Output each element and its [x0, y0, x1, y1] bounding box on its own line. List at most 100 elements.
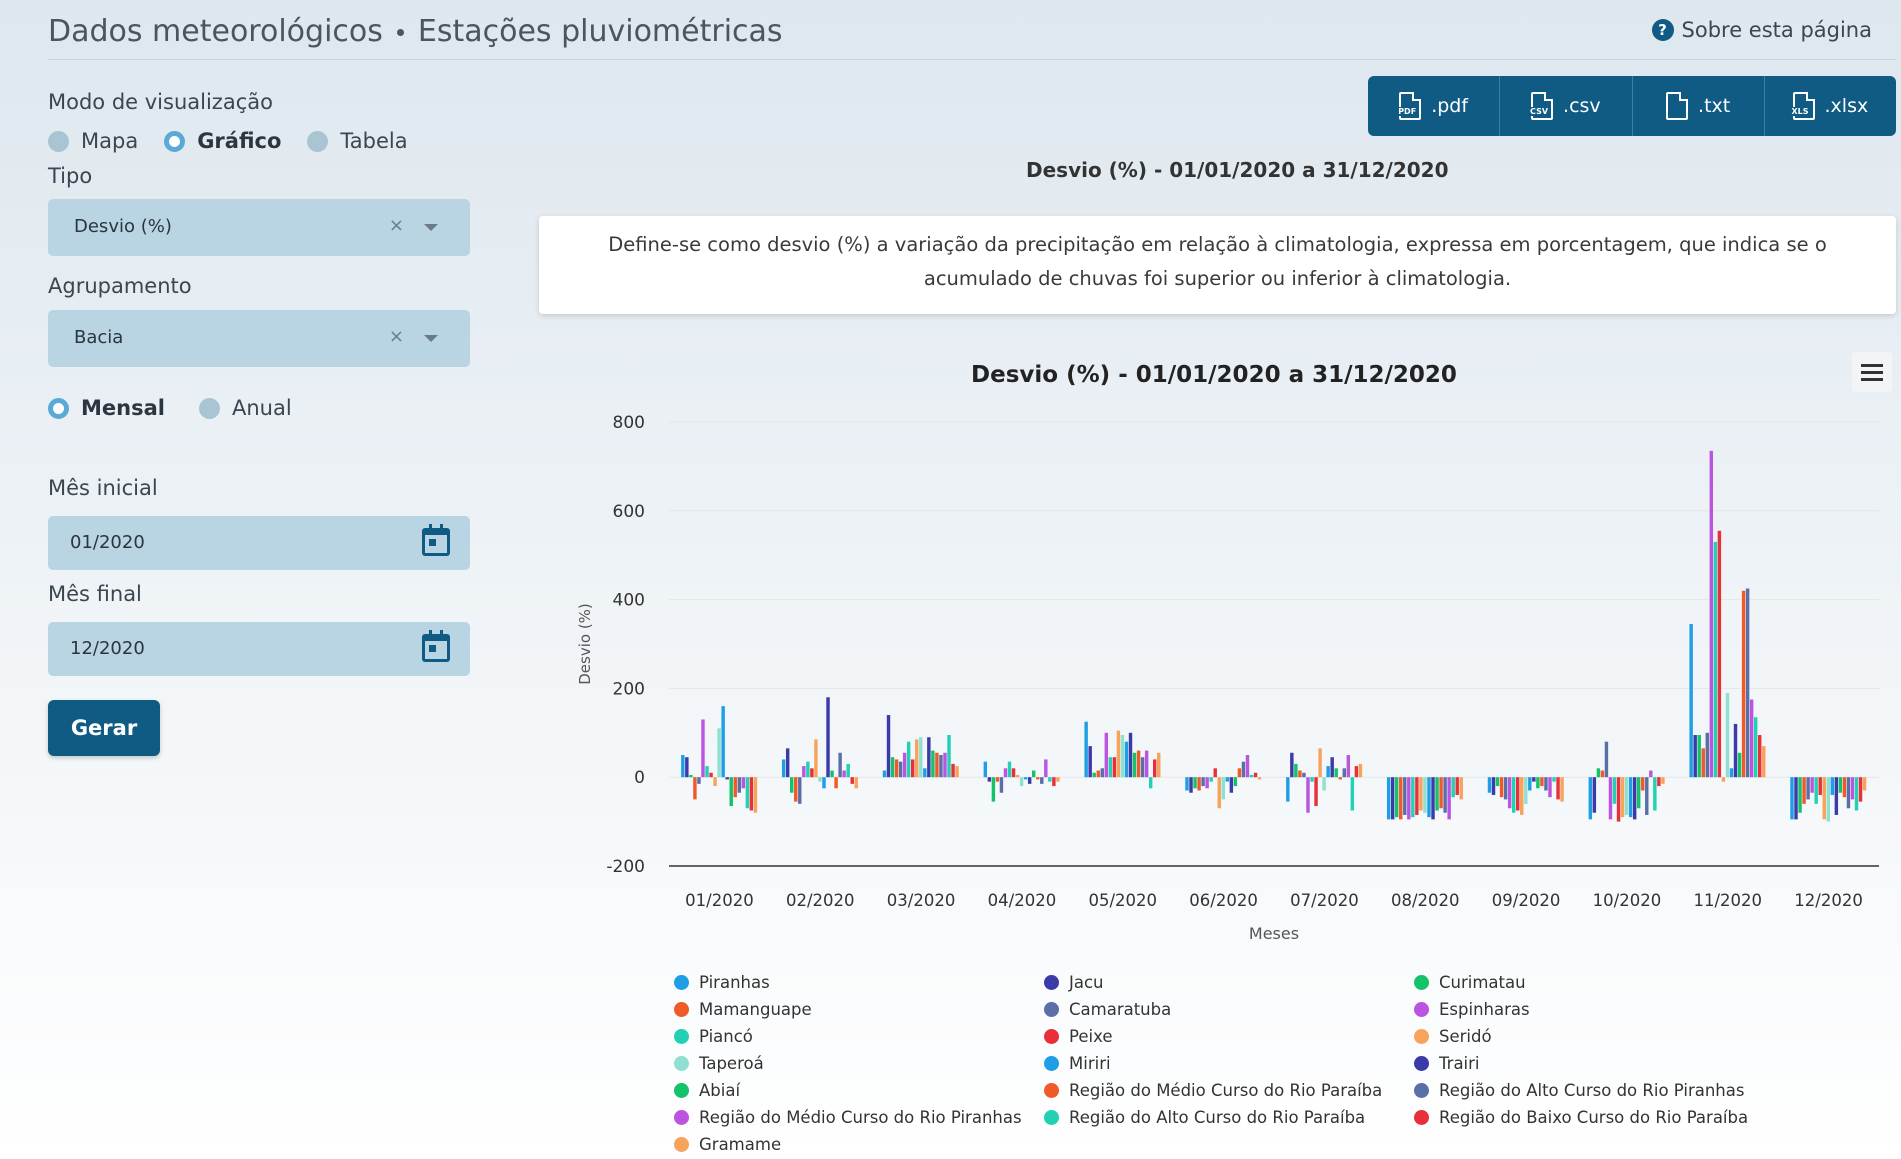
legend-item[interactable]: Camaratuba: [1044, 1000, 1171, 1019]
legend-swatch: [1414, 975, 1429, 990]
legend-label: Trairi: [1439, 1054, 1480, 1073]
csv-file-icon: CSV: [1529, 92, 1554, 120]
bar-16-12: [1850, 777, 1855, 800]
legend-item[interactable]: Trairi: [1414, 1054, 1480, 1073]
bar-15-12: [1846, 777, 1851, 809]
bar-5-5: [1100, 768, 1104, 778]
bar-7-6: [1209, 777, 1213, 782]
bar-12-10: [1632, 777, 1637, 820]
calendar-icon[interactable]: [422, 630, 450, 662]
radio-grafico[interactable]: Gráfico: [164, 129, 281, 153]
bar-1-1: [681, 755, 685, 778]
legend-swatch: [674, 1056, 689, 1071]
legend-item[interactable]: Espinharas: [1414, 1000, 1530, 1019]
legend-item[interactable]: Gramame: [674, 1135, 781, 1154]
legend-label: Taperoá: [699, 1054, 764, 1073]
bar-17-8: [1451, 777, 1455, 798]
y-tick-label: 200: [613, 679, 645, 699]
bar-11-3: [923, 768, 927, 778]
bar-16-11: [1749, 699, 1754, 778]
txt-file-icon: [1666, 92, 1689, 120]
chart-section-title: Desvio (%) - 01/01/2020 a 31/12/2020: [1026, 158, 1449, 182]
radio-mapa[interactable]: Mapa: [48, 129, 138, 153]
group-label: Agrupamento: [48, 274, 192, 298]
legend-item[interactable]: Região do Alto Curso do Rio Paraíba: [1044, 1108, 1365, 1127]
bar-11-9: [1528, 777, 1532, 791]
group-select[interactable]: Bacia ×: [48, 310, 470, 367]
bar-14-8: [1439, 777, 1443, 809]
legend-swatch: [1414, 1029, 1429, 1044]
radio-anual[interactable]: Anual: [198, 396, 292, 420]
export-xlsx-button[interactable]: XLS .xlsx: [1765, 76, 1896, 136]
bar-9-8: [1419, 777, 1423, 811]
export-csv-button[interactable]: CSV .csv: [1500, 76, 1633, 136]
legend-item[interactable]: Seridó: [1414, 1027, 1492, 1046]
legend-item[interactable]: Curimatau: [1414, 973, 1526, 992]
legend-item[interactable]: Região do Médio Curso do Rio Piranhas: [674, 1108, 1022, 1127]
breadcrumb-separator: [396, 29, 404, 36]
generate-button[interactable]: Gerar: [48, 700, 160, 756]
legend-label: Região do Baixo Curso do Rio Paraíba: [1439, 1108, 1749, 1127]
view-mode-radio-group: Mapa Gráfico Tabela: [48, 129, 408, 153]
legend-item[interactable]: Piancó: [674, 1027, 753, 1046]
bar-11-4: [1023, 777, 1028, 780]
legend-label: Piranhas: [699, 973, 770, 992]
legend-swatch: [1044, 1029, 1059, 1044]
chevron-down-icon[interactable]: [424, 224, 438, 231]
radio-tabela[interactable]: Tabela: [307, 129, 408, 153]
bar-4-11: [1701, 748, 1705, 778]
legend-item[interactable]: Região do Baixo Curso do Rio Paraíba: [1414, 1108, 1748, 1127]
chart-menu-button[interactable]: [1852, 352, 1892, 392]
bar-16-10: [1649, 770, 1653, 778]
bar-11-5: [1124, 741, 1129, 778]
legend-item[interactable]: Piranhas: [674, 973, 770, 992]
export-txt-button[interactable]: .txt: [1633, 76, 1765, 136]
legend-swatch: [1414, 1002, 1429, 1017]
bar-19-2: [854, 777, 858, 789]
bar-3-5: [1092, 772, 1096, 778]
bar-15-4: [1040, 777, 1044, 784]
bar-1-4: [983, 761, 988, 778]
legend-item[interactable]: Taperoá: [674, 1054, 764, 1073]
start-month-input[interactable]: 01/2020: [48, 516, 470, 570]
radio-mensal[interactable]: Mensal: [48, 396, 165, 420]
bar-19-1: [753, 777, 758, 813]
legend-swatch: [1044, 1083, 1059, 1098]
bar-3-2: [790, 777, 794, 793]
end-month-input[interactable]: 12/2020: [48, 622, 470, 676]
bar-1-8: [1386, 777, 1391, 820]
type-select[interactable]: Desvio (%) ×: [48, 199, 470, 256]
breadcrumb-main[interactable]: Dados meteorológicos: [48, 14, 383, 49]
bar-2-11: [1693, 735, 1697, 778]
bar-7-7: [1310, 777, 1314, 782]
clear-icon[interactable]: ×: [389, 326, 404, 347]
bar-14-9: [1540, 777, 1544, 787]
calendar-icon[interactable]: [422, 524, 450, 556]
about-page-link[interactable]: ? Sobre esta página: [1651, 18, 1872, 42]
clear-icon[interactable]: ×: [389, 215, 404, 236]
bar-6-11: [1709, 450, 1714, 778]
legend-label: Seridó: [1439, 1027, 1492, 1046]
bar-16-5: [1144, 750, 1149, 778]
chevron-down-icon[interactable]: [424, 335, 438, 342]
bar-13-9: [1536, 777, 1540, 789]
periodicity-radio-group: Mensal Anual: [48, 396, 292, 420]
legend-item[interactable]: Miriri: [1044, 1054, 1111, 1073]
legend-item[interactable]: Mamanguape: [674, 1000, 812, 1019]
legend-item[interactable]: Região do Alto Curso do Rio Piranhas: [1414, 1081, 1744, 1100]
legend-item[interactable]: Peixe: [1044, 1027, 1113, 1046]
bar-18-7: [1354, 766, 1359, 778]
bar-17-9: [1552, 777, 1556, 782]
bar-5-2: [798, 777, 802, 804]
bar-5-3: [898, 761, 903, 778]
pdf-file-icon: PDF: [1397, 92, 1422, 120]
legend-item[interactable]: Região do Médio Curso do Rio Paraíba: [1044, 1081, 1382, 1100]
bar-3-11: [1697, 735, 1701, 778]
bar-1-2: [781, 759, 786, 778]
bar-14-10: [1641, 777, 1645, 791]
bar-16-1: [741, 777, 746, 789]
legend-item[interactable]: Abiaí: [674, 1081, 740, 1100]
legend-item[interactable]: Jacu: [1044, 973, 1104, 992]
export-pdf-button[interactable]: PDF .pdf: [1368, 76, 1501, 136]
bar-14-2: [834, 777, 838, 789]
